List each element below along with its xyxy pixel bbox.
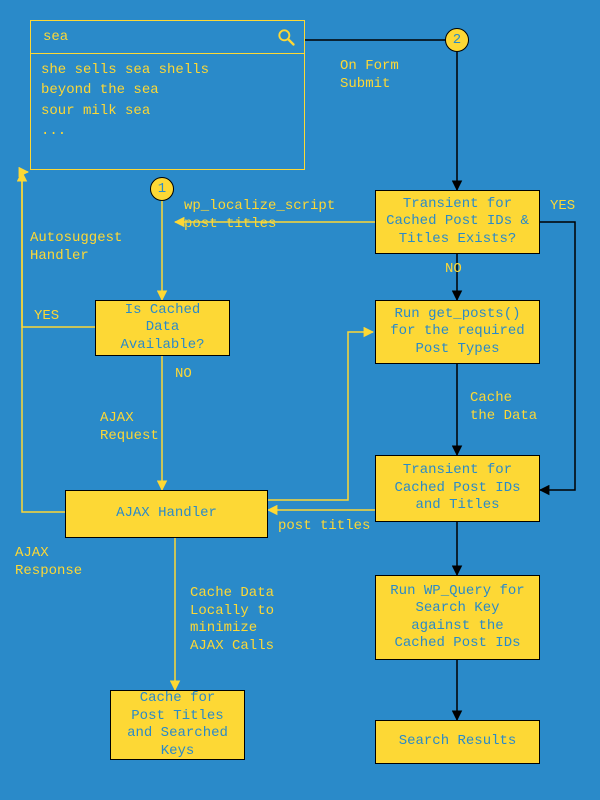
search-panel: she sells sea shells beyond the sea sour… [30, 20, 305, 170]
node-run-get-posts: Run get_posts() for the required Post Ty… [375, 300, 540, 364]
label-yes-left: YES [34, 308, 59, 326]
node-search-results: Search Results [375, 720, 540, 764]
suggestion-item[interactable]: beyond the sea [41, 80, 294, 100]
suggestion-item[interactable]: sour milk sea [41, 101, 294, 121]
search-icon[interactable] [276, 27, 296, 47]
label-no-left: NO [175, 366, 192, 384]
label-cache-the-data: Cache the Data [470, 390, 537, 425]
flowchart-canvas: she sells sea shells beyond the sea sour… [0, 0, 600, 800]
suggestion-item[interactable]: she sells sea shells [41, 60, 294, 80]
autosuggest-list: she sells sea shells beyond the sea sour… [31, 54, 304, 147]
search-row [31, 21, 304, 54]
label-ajax-request: AJAX Request [100, 410, 159, 445]
marker-1: 1 [150, 177, 174, 201]
suggestion-item: ... [41, 121, 294, 141]
label-wp-localize-script: wp_localize_script post titles [184, 198, 335, 233]
label-ajax-response: AJAX Response [15, 545, 82, 580]
node-is-cached-data: Is Cached Data Available? [95, 300, 230, 356]
label-autosuggest-handler: Autosuggest Handler [30, 230, 122, 265]
label-no-right: NO [445, 261, 462, 279]
marker-2: 2 [445, 28, 469, 52]
search-input[interactable] [41, 28, 268, 46]
label-post-titles: post titles [278, 518, 370, 536]
label-yes-right: YES [550, 198, 575, 216]
node-transient-exists: Transient for Cached Post IDs & Titles E… [375, 190, 540, 254]
label-on-form-submit: On Form Submit [340, 58, 399, 93]
node-ajax-handler: AJAX Handler [65, 490, 268, 538]
node-cache-for-post: Cache for Post Titles and Searched Keys [110, 690, 245, 760]
node-run-wp-query: Run WP_Query for Search Key against the … [375, 575, 540, 660]
label-cache-locally: Cache Data Locally to minimize AJAX Call… [190, 585, 274, 655]
node-transient-cached: Transient for Cached Post IDs and Titles [375, 455, 540, 522]
